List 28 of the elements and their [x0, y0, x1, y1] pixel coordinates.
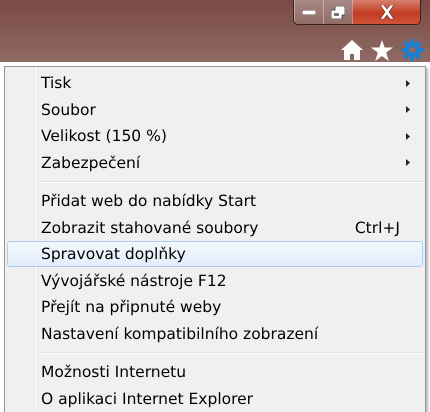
menu-item[interactable]: Soubor	[7, 96, 423, 123]
minimize-icon	[302, 10, 316, 14]
menu-item[interactable]: Spravovat doplňky	[7, 240, 423, 268]
menu-item[interactable]: Velikost (150 %)	[7, 123, 423, 150]
menu-item[interactable]: Zobrazit stahované soubory Ctrl+J	[7, 214, 423, 241]
submenu-arrow-icon	[406, 80, 410, 87]
close-button[interactable]	[352, 0, 420, 24]
shortcut-label: Ctrl+J	[354, 218, 400, 237]
star-icon	[371, 40, 393, 60]
home-icon	[341, 40, 363, 60]
close-icon	[378, 5, 396, 19]
menu-item[interactable]: Tisk	[7, 70, 423, 96]
menu-item[interactable]: Vývojářské nástroje F12	[7, 267, 423, 294]
submenu-arrow-icon	[406, 132, 410, 140]
menu-item[interactable]: Možnosti Internetu	[7, 358, 423, 386]
menu-item[interactable]: Zabezpečení	[7, 150, 423, 176]
settings-icon	[401, 39, 423, 61]
menu-item[interactable]: O aplikaci Internet Explorer	[7, 385, 423, 412]
submenu-arrow-icon	[406, 159, 410, 166]
favorites-button[interactable]	[370, 38, 394, 62]
menu-item[interactable]: Nastavení kompatibilního zobrazení	[7, 320, 423, 347]
menu-item[interactable]: Přidat web do nabídky Start	[7, 188, 423, 214]
minimize-button[interactable]	[294, 0, 323, 24]
restore-button[interactable]	[323, 0, 352, 24]
home-button[interactable]	[340, 38, 364, 62]
submenu-arrow-icon	[406, 106, 410, 114]
restore-icon	[331, 6, 345, 18]
menu-item[interactable]: Přejít na připnuté weby	[7, 294, 423, 320]
